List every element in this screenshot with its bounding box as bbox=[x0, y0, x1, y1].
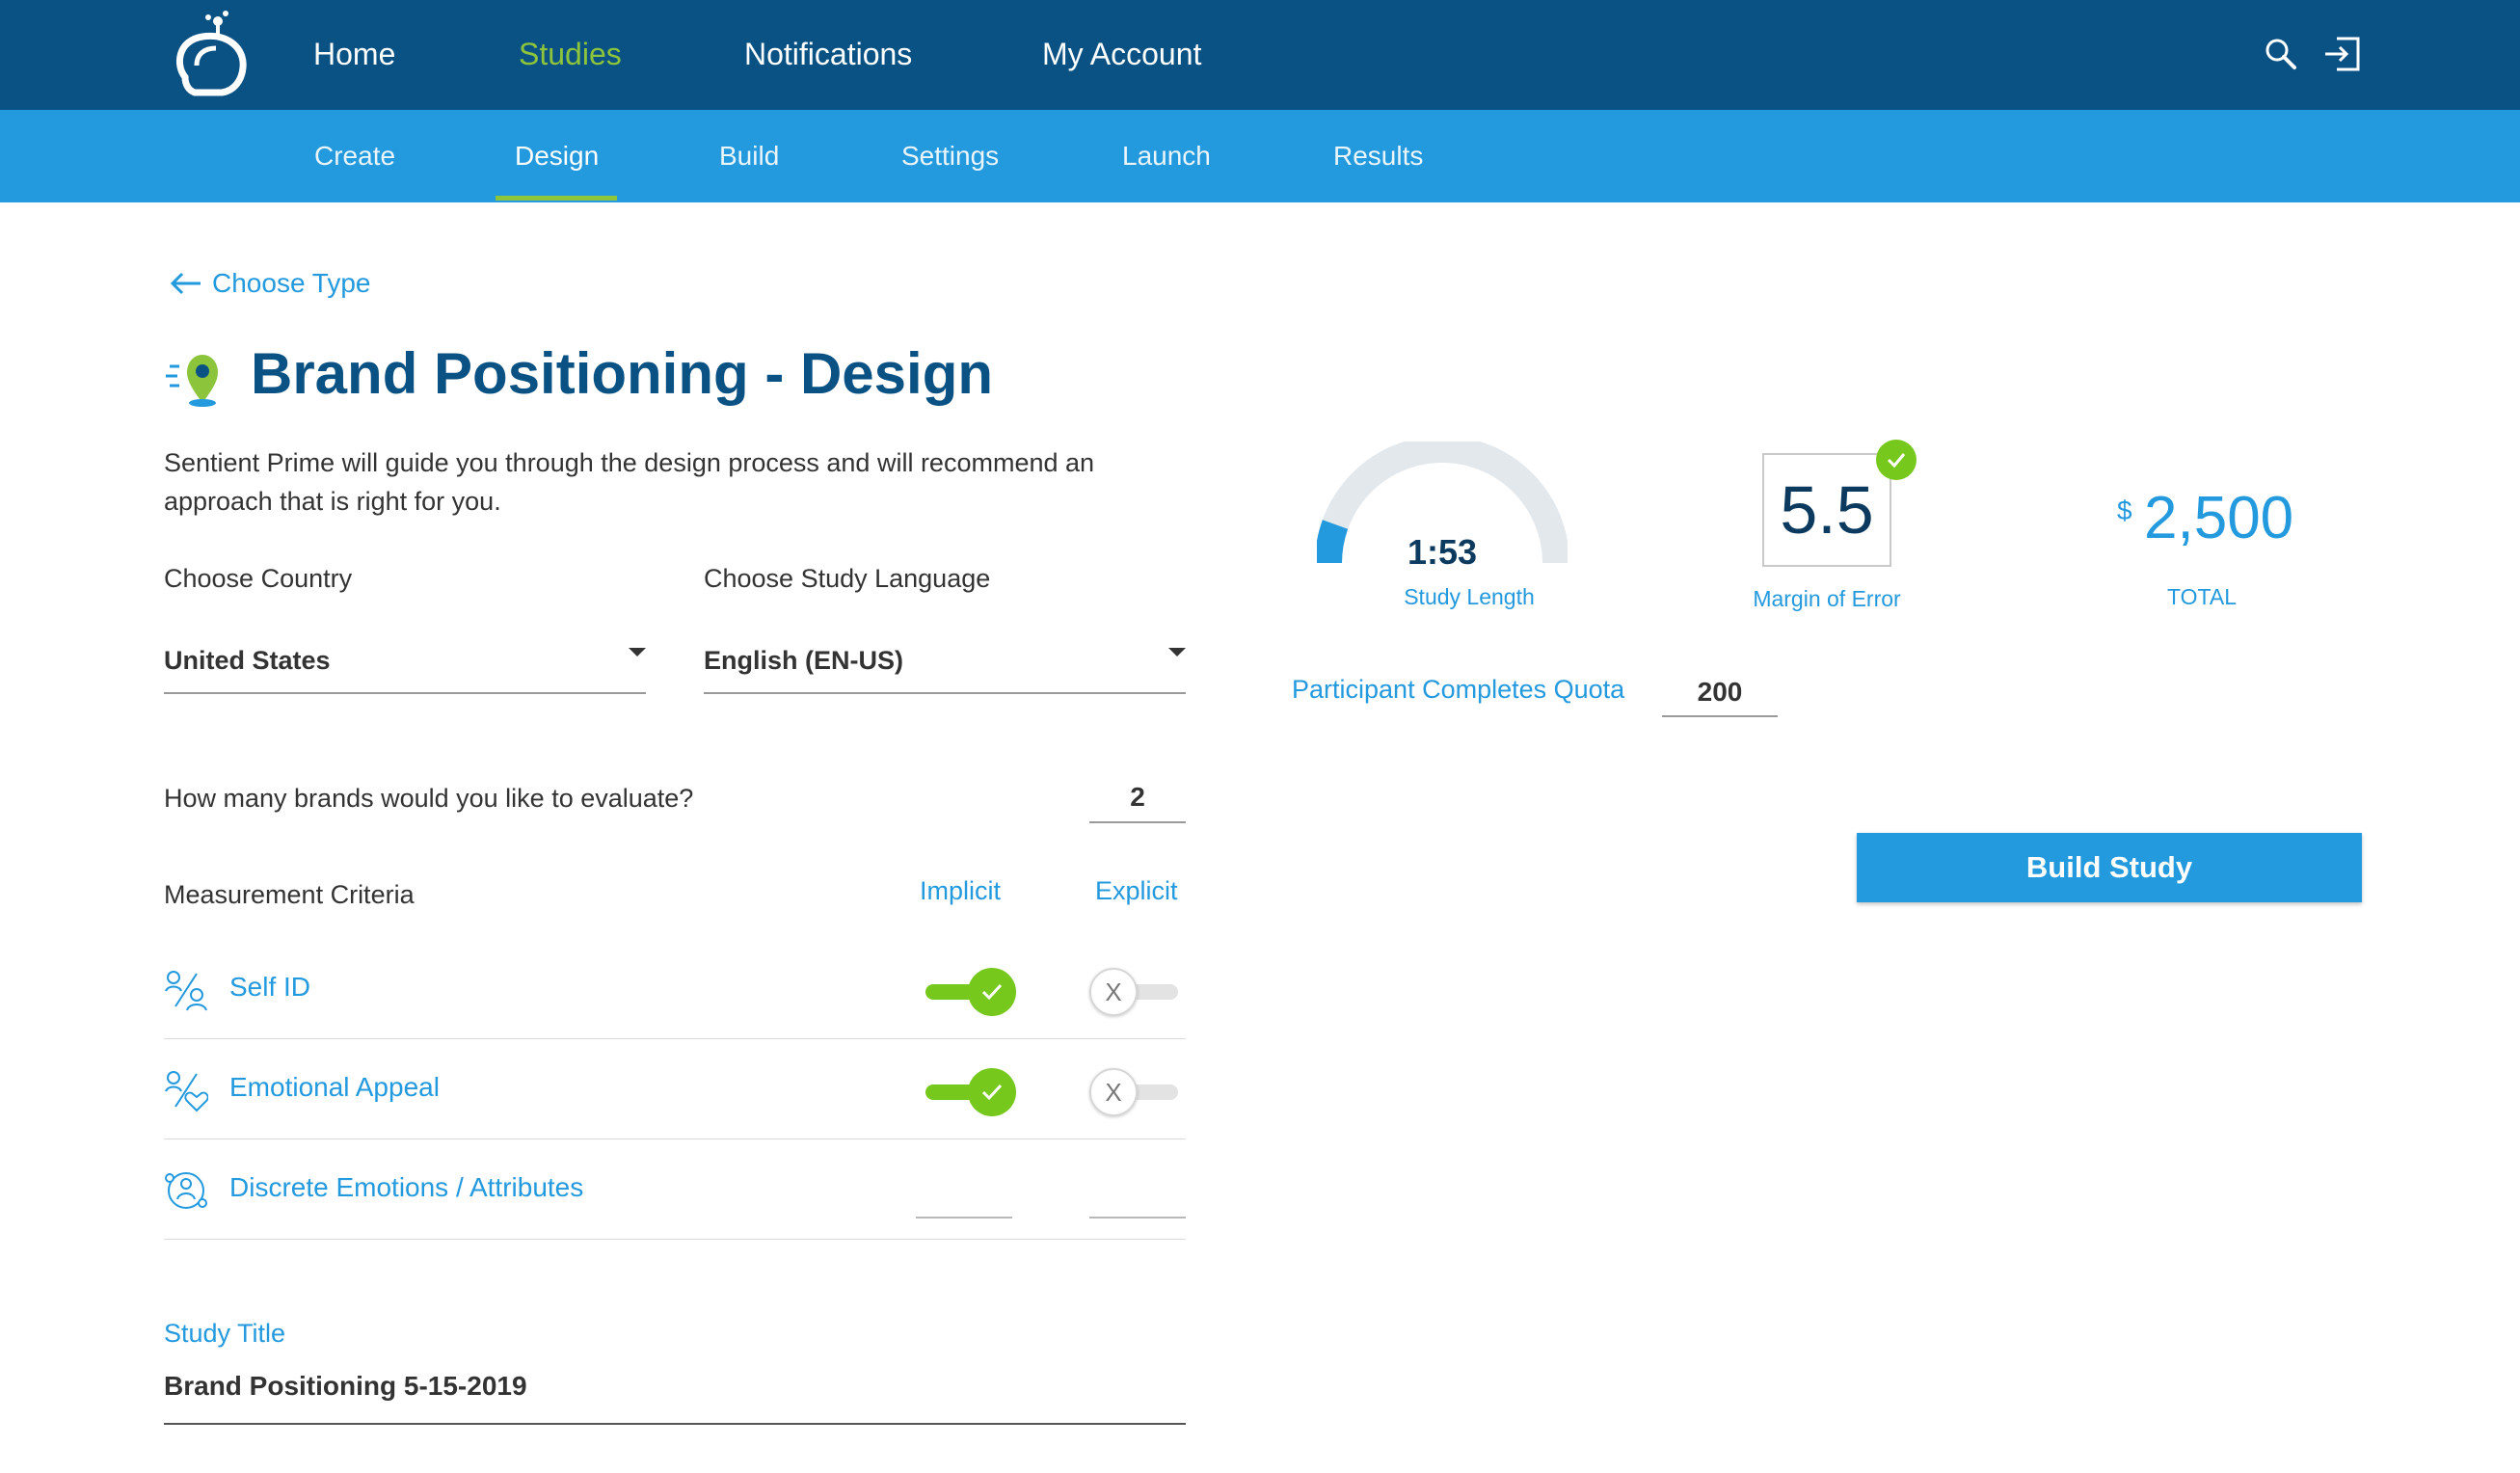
back-link[interactable]: Choose Type bbox=[170, 264, 371, 303]
tab-create[interactable]: Create bbox=[314, 139, 395, 174]
criteria-label: Discrete Emotions / Attributes bbox=[229, 1172, 584, 1202]
location-pin-icon bbox=[166, 355, 218, 407]
topnav-my-account[interactable]: My Account bbox=[1042, 35, 1201, 73]
implicit-column-header: Implicit bbox=[920, 876, 1002, 905]
quota-label: Participant Completes Quota bbox=[1292, 675, 1625, 704]
chevron-down-icon bbox=[1168, 648, 1186, 656]
self-id-implicit-toggle[interactable] bbox=[924, 968, 1016, 1016]
country-value: United States bbox=[164, 646, 331, 675]
arrow-left-icon bbox=[170, 272, 201, 295]
logout-icon[interactable] bbox=[2321, 33, 2364, 75]
tab-design[interactable]: Design bbox=[515, 139, 599, 174]
language-label: Choose Study Language bbox=[704, 564, 991, 593]
top-navbar: Home Studies Notifications My Account bbox=[0, 0, 2520, 110]
study-title-input[interactable]: Brand Positioning 5-15-2019 bbox=[164, 1367, 1186, 1425]
active-tab-indicator bbox=[496, 196, 617, 201]
sub-navbar: Create Design Build Settings Launch Resu… bbox=[0, 110, 2520, 202]
back-link-label: Choose Type bbox=[212, 268, 371, 298]
language-select[interactable]: English (EN-US) bbox=[704, 636, 1186, 694]
intro-text: Sentient Prime will guide you through th… bbox=[164, 448, 1095, 516]
criteria-row-discrete-emotions: Discrete Emotions / Attributes bbox=[164, 1139, 1186, 1240]
total-value: 2,500 bbox=[2144, 485, 2294, 551]
study-length-label: Study Length bbox=[1404, 584, 1535, 609]
checkmark-icon bbox=[1876, 440, 1917, 480]
off-x-icon: X bbox=[1089, 1068, 1138, 1116]
study-length-value: 1:53 bbox=[1407, 532, 1478, 572]
off-x-icon: X bbox=[1089, 968, 1138, 1016]
brands-count-input[interactable]: 2 bbox=[1089, 771, 1186, 823]
self-id-explicit-toggle[interactable]: X bbox=[1089, 968, 1182, 1016]
criteria-label: Self ID bbox=[229, 972, 311, 1002]
emotional-appeal-implicit-toggle[interactable] bbox=[924, 1068, 1016, 1116]
discrete-emotions-explicit-input[interactable] bbox=[1089, 1217, 1186, 1219]
search-icon[interactable] bbox=[2260, 33, 2302, 75]
topnav-home[interactable]: Home bbox=[313, 35, 395, 73]
chevron-down-icon bbox=[629, 648, 646, 656]
app-logo-icon[interactable] bbox=[172, 8, 251, 100]
build-study-button[interactable]: Build Study bbox=[1857, 833, 2362, 902]
discrete-emotions-icon bbox=[165, 1172, 207, 1209]
criteria-row-emotional-appeal: Emotional Appeal X bbox=[164, 1039, 1186, 1139]
checkmark-icon bbox=[981, 1084, 1003, 1101]
emotional-appeal-explicit-toggle[interactable]: X bbox=[1089, 1068, 1182, 1116]
measurement-criteria-label: Measurement Criteria bbox=[164, 880, 415, 909]
self-id-icon bbox=[165, 971, 207, 1011]
language-value: English (EN-US) bbox=[704, 646, 903, 675]
total-label: TOTAL bbox=[2167, 584, 2237, 609]
study-title-label: Study Title bbox=[164, 1319, 286, 1348]
discrete-emotions-implicit-input[interactable] bbox=[916, 1217, 1012, 1219]
page-title: Brand Positioning - Design bbox=[251, 341, 994, 406]
tab-results[interactable]: Results bbox=[1333, 139, 1423, 174]
topnav-studies[interactable]: Studies bbox=[519, 35, 622, 73]
topnav-notifications[interactable]: Notifications bbox=[744, 35, 912, 73]
tab-settings[interactable]: Settings bbox=[901, 139, 999, 174]
brands-question: How many brands would you like to evalua… bbox=[164, 784, 694, 813]
explicit-column-header: Explicit bbox=[1095, 876, 1178, 905]
tab-launch[interactable]: Launch bbox=[1122, 139, 1211, 174]
quota-input[interactable]: 200 bbox=[1662, 667, 1778, 717]
total-currency: $ bbox=[2117, 495, 2132, 525]
emotional-appeal-icon bbox=[165, 1071, 208, 1112]
checkmark-icon bbox=[981, 983, 1003, 1001]
study-title-value: Brand Positioning 5-15-2019 bbox=[164, 1371, 527, 1401]
country-select[interactable]: United States bbox=[164, 636, 646, 694]
country-label: Choose Country bbox=[164, 564, 353, 593]
margin-of-error-label: Margin of Error bbox=[1753, 586, 1901, 611]
tab-build[interactable]: Build bbox=[719, 139, 779, 174]
criteria-label: Emotional Appeal bbox=[229, 1072, 440, 1102]
criteria-row-self-id: Self ID X bbox=[164, 939, 1186, 1039]
margin-of-error-value: 5.5 bbox=[1762, 453, 1891, 567]
